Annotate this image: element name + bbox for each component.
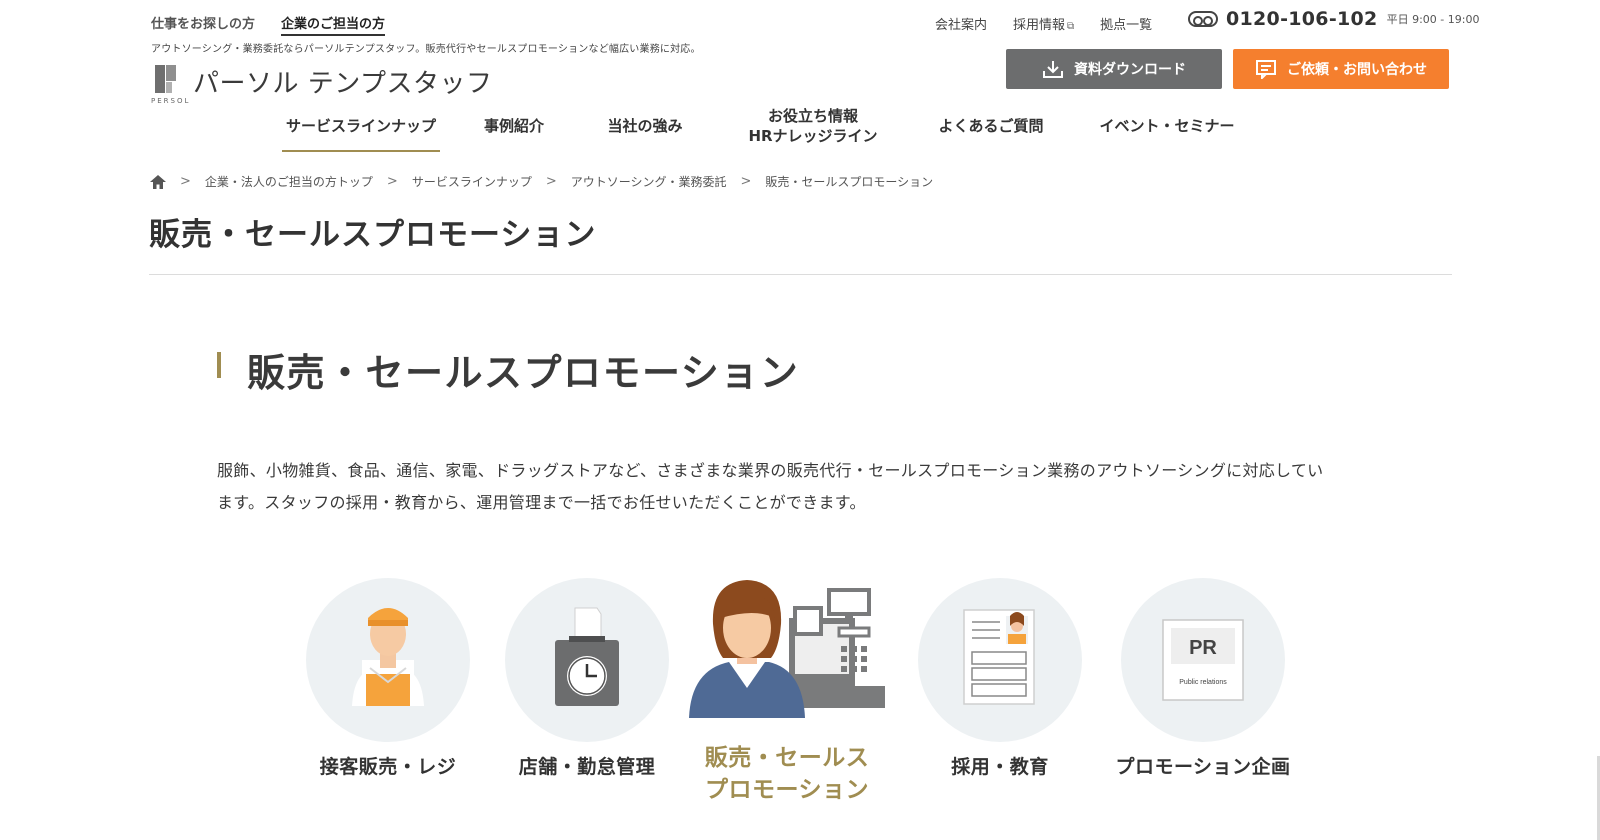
nav-events[interactable]: イベント・セミナー xyxy=(1092,102,1242,150)
time-clock-icon xyxy=(505,578,669,742)
service-item-recruit-training[interactable]: 採用・教育 xyxy=(905,578,1095,779)
nav-service-lineup[interactable]: サービスラインナップ xyxy=(282,102,440,152)
pr-text: PR xyxy=(1189,637,1217,659)
section-heading: 販売・セールスプロモーション xyxy=(217,342,799,397)
nav-strengths[interactable]: 当社の強み xyxy=(590,102,700,150)
download-button[interactable]: 資料ダウンロード xyxy=(1006,49,1222,89)
tab-companies[interactable]: 企業のご担当の方 xyxy=(281,13,386,36)
section-title: 販売・セールスプロモーション xyxy=(247,351,800,395)
resume-icon xyxy=(918,578,1082,742)
site-logo[interactable]: PERSOL パーソル テンプスタッフ xyxy=(151,63,493,107)
phone-contact: 0120-106-102 平日 9:00 - 19:00 xyxy=(1188,8,1479,30)
nav-case-studies[interactable]: 事例紹介 xyxy=(464,102,564,150)
description-line: 服飾、小物雑貨、食品、通信、家電、ドラッグストアなど、さまざまな業界の販売代行・… xyxy=(217,461,1324,480)
breadcrumb-current: 販売・セールスプロモーション xyxy=(765,175,934,189)
service-label: 接客販売・レジ xyxy=(319,756,457,778)
tab-job-seekers[interactable]: 仕事をお探しの方 xyxy=(151,13,255,36)
breadcrumb-separator: > xyxy=(386,174,398,189)
service-label-line: プロモーション xyxy=(704,777,870,803)
service-label: プロモーション企画 xyxy=(1115,756,1291,778)
service-label: 販売・セールス プロモーション xyxy=(682,742,892,806)
freedial-icon xyxy=(1188,11,1218,27)
persol-logo-icon: PERSOL xyxy=(151,63,188,107)
logo-subtext: PERSOL xyxy=(151,97,191,105)
pr-icon: PR Public relations xyxy=(1121,578,1285,742)
nav-faq[interactable]: よくあるご質問 xyxy=(928,102,1054,150)
breadcrumb-separator: > xyxy=(740,174,752,189)
locations-link[interactable]: 拠点一覧 xyxy=(1100,14,1152,33)
audience-tabs: 仕事をお探しの方 企業のご担当の方 xyxy=(151,13,386,36)
tagline: アウトソーシング・業務委託ならパーソルテンプスタッフ。販売代行やセールスプロモー… xyxy=(151,44,701,55)
service-label: 採用・教育 xyxy=(951,756,1049,778)
pr-subtext: Public relations xyxy=(1179,679,1227,686)
service-description: 服飾、小物雑貨、食品、通信、家電、ドラッグストアなど、さまざまな業界の販売代行・… xyxy=(217,455,1387,519)
nav-label: イベント・セミナー xyxy=(1099,117,1235,135)
sales-staff-icon xyxy=(306,578,470,742)
description-line: ます。スタッフの採用・教育から、運用管理まで一括でお任せいただくことができます。 xyxy=(217,493,866,512)
company-info-link[interactable]: 会社案内 xyxy=(935,14,987,33)
logo-text: パーソル テンプスタッフ xyxy=(193,69,493,99)
breadcrumb-link[interactable]: アウトソーシング・業務委託 xyxy=(571,173,727,190)
heading-accent-bar xyxy=(217,351,221,378)
phone-number[interactable]: 0120-106-102 xyxy=(1226,8,1378,30)
service-label: 店舗・勤怠管理 xyxy=(518,756,656,778)
service-item-store-management[interactable]: 店舗・勤怠管理 xyxy=(492,578,682,779)
nav-label: 当社の強み xyxy=(607,117,683,135)
nav-label: 事例紹介 xyxy=(483,117,544,135)
download-icon xyxy=(1043,61,1063,78)
contact-button[interactable]: ご依頼・お問い合わせ xyxy=(1233,49,1449,89)
service-item-sales-register[interactable]: 接客販売・レジ xyxy=(293,578,483,779)
recruit-link[interactable]: 採用情報 ⧉ xyxy=(1013,14,1074,33)
home-icon[interactable] xyxy=(150,174,166,189)
breadcrumb-link[interactable]: サービスラインナップ xyxy=(412,173,532,190)
nav-label-sub: HRナレッジライン xyxy=(748,127,878,145)
message-icon xyxy=(1256,60,1276,79)
breadcrumb-separator: > xyxy=(545,174,557,189)
nav-useful-info[interactable]: お役立ち情報 HRナレッジライン xyxy=(738,102,888,150)
breadcrumb: > 企業・法人のご担当の方トップ > サービスラインナップ > アウトソーシング… xyxy=(150,173,933,190)
contact-button-label: ご依頼・お問い合わせ xyxy=(1287,62,1427,78)
sales-person-register-icon xyxy=(689,578,885,726)
breadcrumb-link[interactable]: 企業・法人のご担当の方トップ xyxy=(205,173,373,190)
main-nav: サービスラインナップ 事例紹介 当社の強み お役立ち情報 HRナレッジライン よ… xyxy=(282,102,1242,152)
service-item-sales-promotion[interactable]: 販売・セールス プロモーション xyxy=(682,578,892,806)
phone-hours: 平日 9:00 - 19:00 xyxy=(1386,13,1480,26)
download-button-label: 資料ダウンロード xyxy=(1074,62,1186,78)
divider xyxy=(149,274,1452,275)
page-title: 販売・セールスプロモーション xyxy=(149,217,597,253)
utility-links: 会社案内 採用情報 ⧉ 拠点一覧 xyxy=(935,14,1152,33)
breadcrumb-separator: > xyxy=(180,174,191,189)
nav-label: お役立ち情報 xyxy=(767,107,858,125)
service-label-line: 販売・セールス xyxy=(704,745,870,771)
service-list: 接客販売・レジ 店舗・勤怠管理 販売・セールス プロモーション 採用・教育 PR… xyxy=(280,578,1330,838)
service-item-promotion-planning[interactable]: PR Public relations プロモーション企画 xyxy=(1098,578,1308,779)
recruit-link-label: 採用情報 xyxy=(1013,18,1066,33)
external-link-icon: ⧉ xyxy=(1067,21,1075,32)
nav-label: よくあるご質問 xyxy=(938,117,1044,135)
nav-label: サービスラインナップ xyxy=(285,117,436,135)
